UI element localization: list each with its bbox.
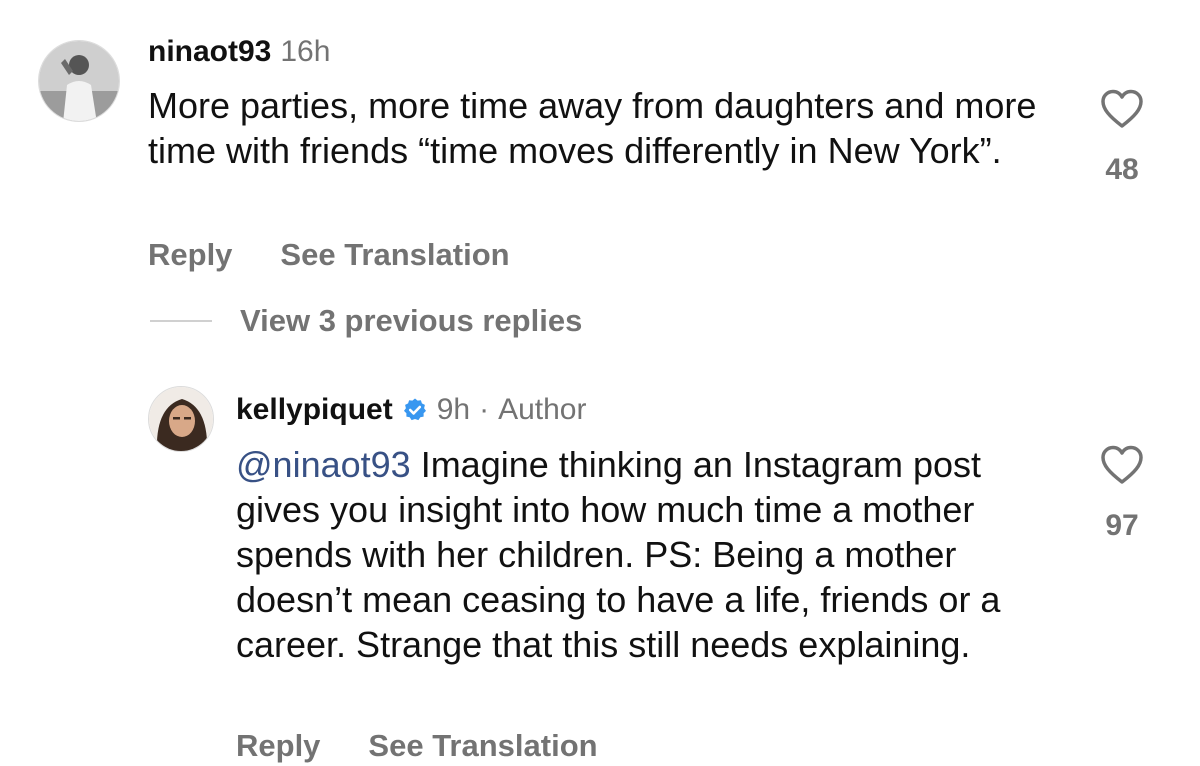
heart-outline-icon[interactable]	[1099, 88, 1145, 130]
avatar-ninaot93[interactable]	[38, 40, 120, 122]
username[interactable]: ninaot93	[148, 34, 271, 70]
heart-outline-icon[interactable]	[1099, 444, 1145, 486]
timestamp: 9h	[436, 393, 471, 426]
mention-link[interactable]: @ninaot93	[236, 444, 411, 485]
reply-button[interactable]: Reply	[148, 237, 232, 273]
comment-actions: Reply See Translation	[236, 728, 598, 764]
verified-badge-icon	[402, 397, 428, 423]
like-control: 48	[1092, 88, 1152, 188]
like-control: 97	[1092, 444, 1152, 544]
like-count: 48	[1105, 153, 1139, 186]
separator-dot: ·	[479, 393, 490, 426]
see-translation-button[interactable]: See Translation	[280, 237, 509, 273]
comment-text: More parties, more time away from daught…	[148, 85, 1037, 171]
view-previous-replies[interactable]: View 3 previous replies	[150, 303, 582, 339]
view-replies-label: View 3 previous replies	[240, 303, 583, 338]
author-badge: Author	[498, 393, 587, 426]
comment-header: kellypiquet 9h · Author	[236, 392, 586, 428]
comment-actions: Reply See Translation	[148, 237, 510, 273]
username[interactable]: kellypiquet	[236, 392, 393, 428]
timestamp: 16h	[280, 35, 331, 68]
avatar-kellypiquet[interactable]	[148, 386, 214, 452]
see-translation-button[interactable]: See Translation	[368, 728, 597, 764]
comment-text: @ninaot93 Imagine thinking an Instagram …	[236, 442, 1056, 667]
reply-button[interactable]: Reply	[236, 728, 320, 764]
comment-header: ninaot93 16h	[148, 34, 330, 70]
like-count: 97	[1105, 509, 1139, 542]
divider-line	[150, 320, 212, 322]
